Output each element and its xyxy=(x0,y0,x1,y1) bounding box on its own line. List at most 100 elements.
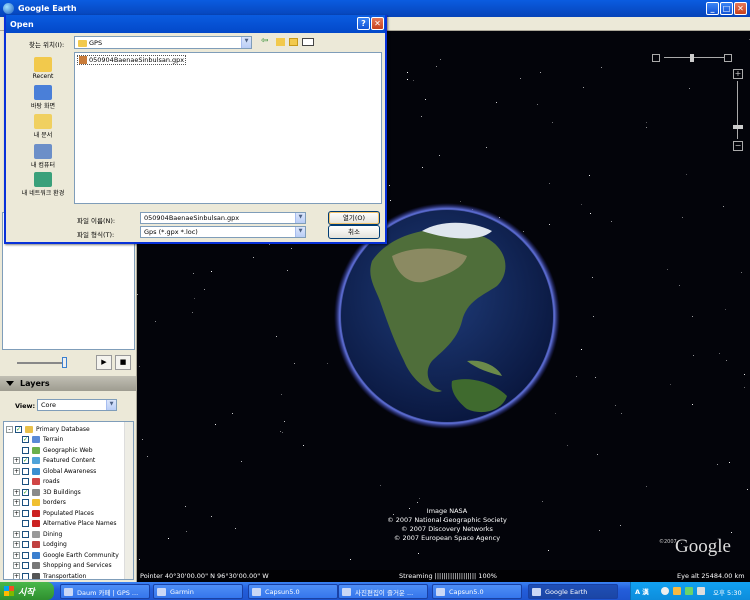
layer-checkbox[interactable] xyxy=(22,551,29,559)
layer-checkbox[interactable] xyxy=(22,572,29,579)
layer-checkbox[interactable] xyxy=(22,478,29,486)
taskbar-button[interactable]: 사진편집이 즐거운 ... xyxy=(338,584,428,599)
file-list[interactable]: 050904BaenaeSinbulsan.gpx xyxy=(74,52,382,204)
stop-tour-button[interactable]: ■ xyxy=(115,355,131,370)
places-my-documents[interactable]: 내 문서 xyxy=(12,114,74,139)
ime-indicator[interactable]: A 漢 xyxy=(635,586,649,596)
layer-row[interactable]: + Populated Places xyxy=(13,508,94,519)
filetype-select[interactable]: Gps (*.gpx *.loc) ▼ xyxy=(140,226,306,238)
layer-checkbox[interactable]: ✓ xyxy=(22,457,29,465)
cancel-button[interactable]: 취소 xyxy=(328,225,380,239)
pointer-coordinates: Pointer 40°30'00.00" N 96°30'00.00" W xyxy=(140,572,269,580)
chevron-down-icon[interactable]: ▼ xyxy=(241,37,251,48)
layer-row[interactable]: roads xyxy=(13,477,60,488)
expand-toggle[interactable]: - xyxy=(6,425,13,433)
taskbar-button[interactable]: Capsun5.0 xyxy=(432,584,522,599)
expand-toggle[interactable]: + xyxy=(13,509,20,517)
taskbar-button[interactable]: Capsun5.0 xyxy=(248,584,338,599)
tour-speed-thumb[interactable] xyxy=(62,357,67,368)
layers-scrollbar[interactable] xyxy=(124,422,133,579)
new-folder-icon[interactable] xyxy=(289,38,298,46)
tilt-slider[interactable] xyxy=(652,54,732,62)
places-recent[interactable]: Recent xyxy=(12,57,74,80)
help-button[interactable]: ? xyxy=(357,17,370,30)
back-icon[interactable]: ⇦ xyxy=(261,36,269,46)
layer-checkbox[interactable] xyxy=(22,446,29,454)
chevron-down-icon[interactable]: ▼ xyxy=(106,400,116,410)
clock[interactable]: 오후 5:30 xyxy=(713,587,742,597)
layer-checkbox[interactable] xyxy=(22,509,29,517)
start-button[interactable]: 시작 xyxy=(0,582,54,600)
layers-tree[interactable]: - ✓ Primary Database ✓ Terrain Geographic Web… xyxy=(3,421,134,580)
layer-row[interactable]: + Lodging xyxy=(13,540,67,551)
expand-toggle[interactable]: + xyxy=(13,562,20,570)
expand-toggle[interactable]: + xyxy=(13,530,20,538)
expand-toggle[interactable]: + xyxy=(13,572,20,579)
layer-checkbox[interactable] xyxy=(22,467,29,475)
open-button[interactable]: 열기(O) xyxy=(328,211,380,225)
volume-icon[interactable] xyxy=(697,587,705,595)
star xyxy=(589,213,591,215)
layer-checkbox[interactable] xyxy=(22,562,29,570)
layer-row[interactable]: ✓ Terrain xyxy=(13,435,63,446)
places-my-computer[interactable]: 내 컴퓨터 xyxy=(12,144,74,169)
tray-icon[interactable] xyxy=(685,587,693,595)
layer-row[interactable]: + borders xyxy=(13,498,66,509)
expand-toggle[interactable]: + xyxy=(13,541,20,549)
taskbar-button[interactable]: Garmin xyxy=(153,584,243,599)
view-menu-icon[interactable] xyxy=(302,38,314,46)
minimize-button[interactable]: _ xyxy=(706,2,719,15)
layer-row[interactable]: Geographic Web xyxy=(13,445,93,456)
zoom-slider[interactable]: + − xyxy=(733,69,743,151)
taskbar-button[interactable]: Google Earth xyxy=(528,584,618,599)
dialog-close-button[interactable]: ✕ xyxy=(371,17,384,30)
expand-toggle[interactable]: + xyxy=(13,551,20,559)
expand-toggle[interactable]: + xyxy=(13,499,20,507)
tour-speed-slider[interactable] xyxy=(17,362,67,364)
play-tour-button[interactable]: ▶ xyxy=(96,355,112,370)
layer-row[interactable]: - ✓ Primary Database xyxy=(6,424,90,435)
maximize-button[interactable]: □ xyxy=(720,2,733,15)
layer-row[interactable]: Alternative Place Names xyxy=(13,519,117,530)
layer-row[interactable]: + Shopping and Services xyxy=(13,561,112,572)
layer-row[interactable]: + Google Earth Community xyxy=(13,550,119,561)
look-in-select[interactable]: GPS ▼ xyxy=(74,36,252,49)
view-select[interactable]: Core ▼ xyxy=(37,399,117,411)
collapse-icon[interactable] xyxy=(6,381,14,386)
expand-toggle[interactable]: + xyxy=(13,457,20,465)
tray-icon[interactable] xyxy=(673,587,681,595)
filename-input[interactable]: 050904BaenaeSinbulsan.gpx ▼ xyxy=(140,212,306,224)
layer-checkbox[interactable] xyxy=(22,520,29,528)
star xyxy=(615,405,617,407)
star xyxy=(722,206,724,208)
open-file-dialog[interactable]: Open ? ✕ 찾는 위치(I): GPS ▼ ⇦ Recent 바탕 화면 … xyxy=(4,15,387,244)
tour-controls: ▶ ■ xyxy=(2,352,135,374)
layer-row[interactable]: + ✓ Featured Content xyxy=(13,456,95,467)
up-folder-icon[interactable] xyxy=(276,38,285,46)
layer-checkbox[interactable] xyxy=(22,530,29,538)
dialog-title-bar[interactable]: Open ? ✕ xyxy=(6,15,385,33)
expand-toggle[interactable]: + xyxy=(13,488,20,496)
chevron-down-icon[interactable]: ▼ xyxy=(295,227,305,237)
places-network[interactable]: 내 네트워크 환경 xyxy=(12,172,74,197)
layer-row[interactable]: + Dining xyxy=(13,529,62,540)
layer-checkbox[interactable]: ✓ xyxy=(22,436,29,444)
layer-row[interactable]: + Transportation xyxy=(13,571,86,579)
taskbar-button[interactable]: Daum 카페 | GPS ... xyxy=(60,584,150,599)
star xyxy=(646,122,648,124)
tray-icon[interactable] xyxy=(661,587,669,595)
layer-row[interactable]: + Global Awareness xyxy=(13,466,96,477)
layer-checkbox[interactable]: ✓ xyxy=(22,488,29,496)
expand-toggle[interactable]: + xyxy=(13,467,20,475)
layer-checkbox[interactable] xyxy=(22,499,29,507)
places-desktop[interactable]: 바탕 화면 xyxy=(12,85,74,110)
layer-checkbox[interactable]: ✓ xyxy=(15,425,22,433)
close-window-button[interactable]: ✕ xyxy=(734,2,747,15)
layer-icon xyxy=(32,488,40,496)
file-item[interactable]: 050904BaenaeSinbulsan.gpx xyxy=(77,55,187,65)
app-icon xyxy=(436,588,445,596)
chevron-down-icon[interactable]: ▼ xyxy=(295,213,305,223)
layer-checkbox[interactable] xyxy=(22,541,29,549)
layer-row[interactable]: + ✓ 3D Buildings xyxy=(13,487,81,498)
layers-panel-header[interactable]: Layers xyxy=(0,376,136,391)
